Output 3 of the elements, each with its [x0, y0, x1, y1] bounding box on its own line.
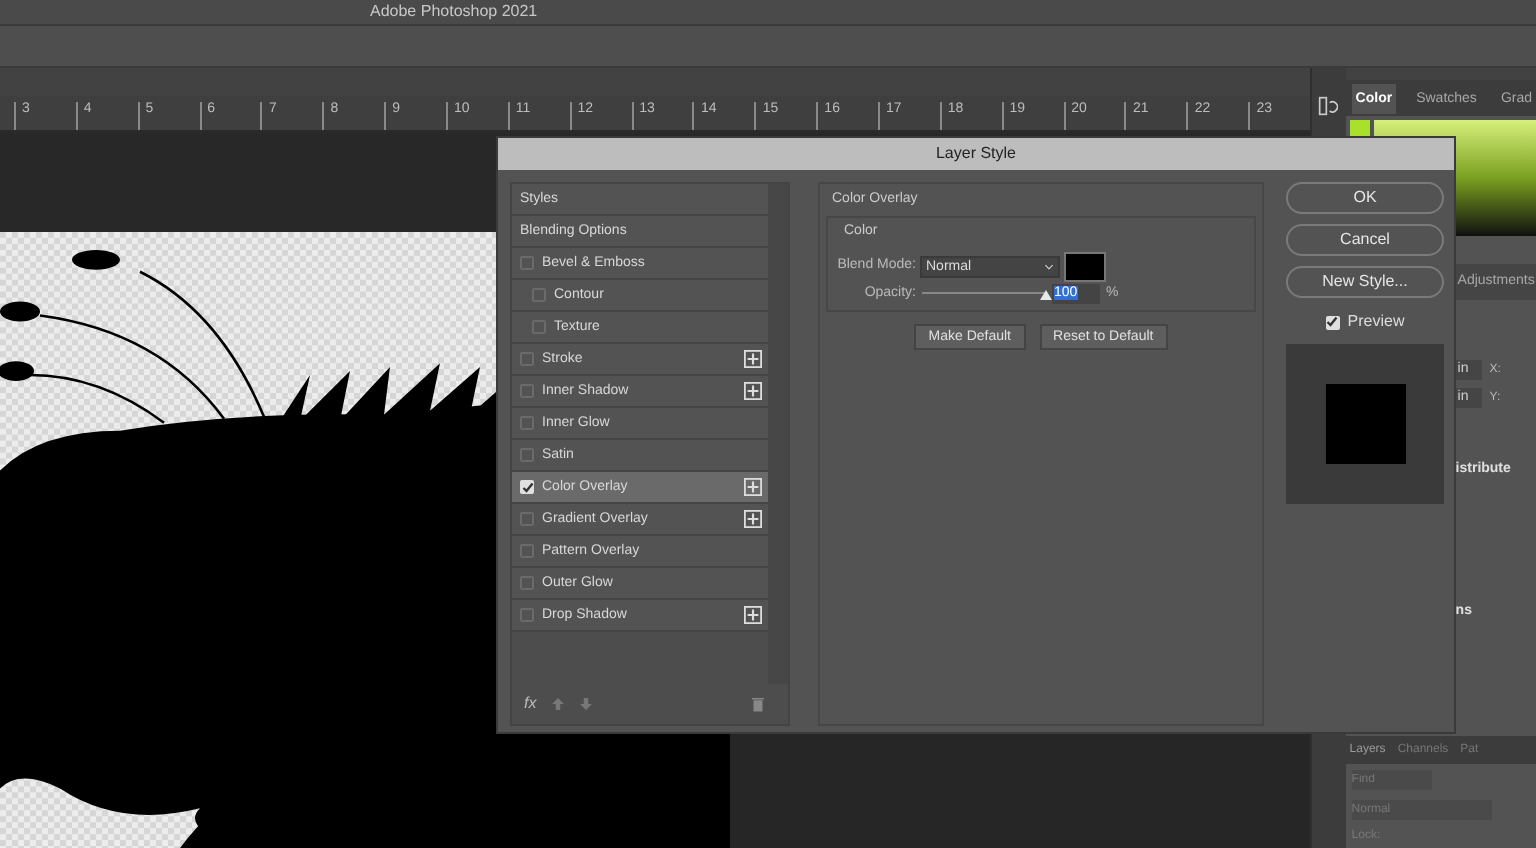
window-title: Adobe Photoshop 2021 — [370, 4, 538, 20]
preview-label: Preview — [1347, 310, 1405, 334]
dialog-title: Layer Style — [935, 142, 1017, 166]
